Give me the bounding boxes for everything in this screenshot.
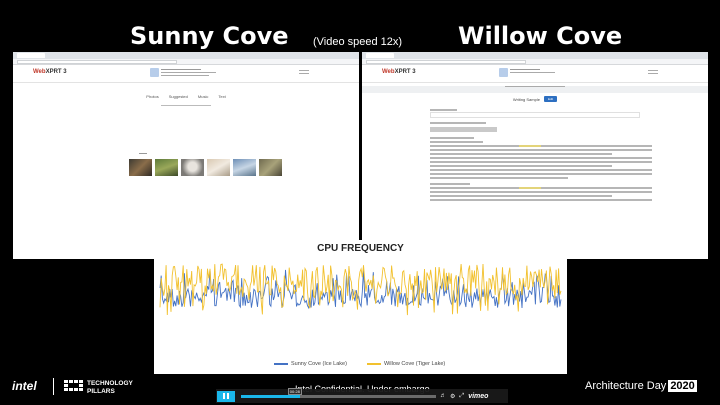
chart-title: CPU FREQUENCY — [317, 243, 404, 254]
edit-button[interactable]: Edit — [543, 96, 558, 102]
text-line — [430, 177, 568, 179]
writing-sample-label: Writing Sample — [512, 96, 540, 102]
webxprt-logo: WebXPRT 3 — [382, 69, 416, 75]
header-right-lines — [648, 70, 658, 74]
page-subtitle-bar — [362, 86, 708, 93]
photo-thumbnail[interactable] — [181, 159, 204, 176]
willow-cove-browser: WebXPRT 3 Writing Sample Edit — [362, 52, 708, 259]
text-line — [430, 187, 652, 189]
legend-swatch — [367, 363, 381, 365]
volume-icon[interactable]: ♬ — [440, 393, 446, 399]
pause-button[interactable] — [217, 390, 235, 402]
name-field[interactable] — [430, 112, 640, 118]
nav-item-suggested[interactable]: Suggested — [169, 94, 188, 99]
text-line — [430, 145, 652, 147]
text-line — [430, 137, 475, 139]
address-input[interactable] — [366, 59, 526, 64]
photo-thumbnail[interactable] — [233, 159, 256, 176]
text-line — [430, 157, 652, 159]
browser-tab[interactable] — [17, 53, 45, 58]
settings-icon[interactable]: ⚙ — [450, 393, 455, 400]
legend-label: Willow Cove (Tiger Lake) — [384, 361, 446, 367]
header-notes-icon — [499, 68, 508, 77]
writing-toolbar: Writing Sample Edit — [362, 93, 708, 105]
text-line — [430, 153, 613, 155]
text-line — [430, 165, 613, 167]
legend-swatch — [274, 363, 288, 365]
time-badge: 00:28 — [287, 387, 302, 395]
site-header: WebXPRT 3 — [362, 65, 708, 83]
sunny-cove-browser: WebXPRT 3 Photos Suggested Music Text — [13, 52, 359, 259]
photo-thumbnail[interactable] — [259, 159, 282, 176]
video-player-bar: 00:28 ♬ ⚙ ⤢ vimeo — [216, 387, 508, 403]
text-line — [430, 173, 652, 175]
legend-item-willow-cove: Willow Cove (Tiger Lake) — [367, 361, 445, 367]
browser-tabbar — [362, 52, 708, 59]
photo-thumbnail[interactable] — [129, 159, 152, 176]
text-line — [430, 195, 613, 197]
nav-item-text[interactable]: Text — [218, 94, 225, 99]
document-content — [362, 105, 652, 201]
progress-fill — [241, 394, 300, 398]
pause-icon — [223, 393, 226, 399]
thumbnail-label — [139, 153, 147, 154]
text-line — [430, 149, 652, 151]
fullscreen-icon[interactable]: ⤢ — [459, 393, 464, 400]
table-header — [430, 127, 497, 132]
header-right-lines — [299, 70, 309, 74]
text-line — [430, 109, 457, 111]
browser-tab[interactable] — [366, 53, 394, 58]
photo-thumbnails — [129, 159, 282, 176]
nav-item-photos[interactable]: Photos — [146, 94, 158, 99]
site-header: WebXPRT 3 — [13, 65, 359, 83]
sunny-cove-heading: Sunny Cove — [130, 22, 289, 50]
header-text-lines — [510, 69, 555, 73]
architecture-day-label: Architecture Day 2020 — [585, 380, 697, 392]
text-line — [430, 183, 470, 185]
webxprt-logo: WebXPRT 3 — [33, 69, 67, 75]
intel-logo: intel — [12, 379, 37, 393]
video-progress-bar[interactable]: 00:28 — [241, 387, 436, 398]
text-line — [430, 141, 484, 143]
text-line — [430, 169, 652, 171]
breadcrumb — [13, 105, 359, 106]
text-line — [430, 122, 486, 124]
text-line — [430, 161, 652, 163]
chart-svg — [159, 263, 562, 316]
photo-thumbnail[interactable] — [207, 159, 230, 176]
legend-label: Sunny Cove (Ice Lake) — [291, 361, 347, 367]
nav-item-music[interactable]: Music — [198, 94, 208, 99]
address-input[interactable] — [17, 59, 177, 64]
photo-nav: Photos Suggested Music Text — [13, 94, 359, 99]
technology-pillars-label: TECHNOLOGY PILLARS — [87, 380, 133, 395]
footer-divider — [53, 378, 54, 395]
browser-tabbar — [13, 52, 359, 59]
text-line — [430, 191, 652, 193]
photo-thumbnail[interactable] — [155, 159, 178, 176]
cpu-frequency-chart: CPU FREQUENCY Sunny Cove (Ice Lake) Will… — [154, 240, 567, 374]
willow-cove-heading: Willow Cove — [458, 22, 623, 50]
header-photo-icon — [150, 68, 159, 77]
vimeo-logo[interactable]: vimeo — [468, 393, 488, 400]
text-line — [430, 199, 652, 201]
video-speed-note: (Video speed 12x) — [313, 36, 403, 48]
header-text-lines — [161, 69, 216, 76]
pillars-icon — [64, 380, 83, 391]
legend-item-sunny-cove: Sunny Cove (Ice Lake) — [274, 361, 347, 367]
